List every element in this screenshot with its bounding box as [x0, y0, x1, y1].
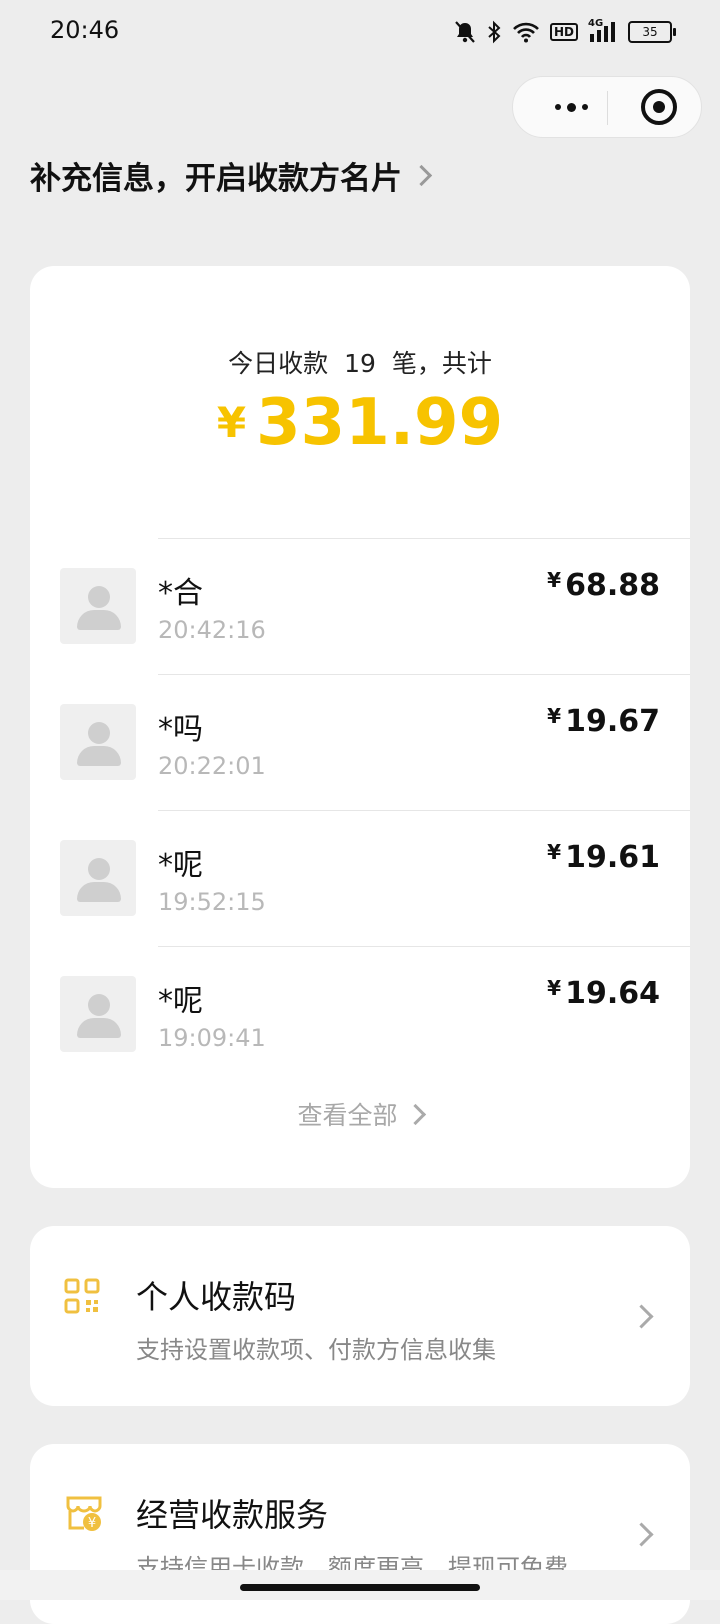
wifi-icon: [512, 21, 540, 43]
payment-amount: ¥19.64: [547, 976, 660, 1011]
chevron-right-icon: [629, 1522, 654, 1547]
avatar-placeholder-icon: [60, 976, 136, 1052]
payer-name: *呢: [158, 848, 203, 883]
bell-muted-icon: [454, 20, 476, 44]
mini-program-capsule: [512, 76, 702, 138]
service-title: 经营收款服务: [136, 1496, 329, 1534]
status-time: 20:46: [50, 16, 120, 44]
payment-time: 19:09:41: [158, 1024, 266, 1052]
payer-name: *吗: [158, 712, 203, 747]
battery-level: 35: [642, 25, 658, 39]
transaction-row[interactable]: *呢 19:09:41 ¥19.64: [30, 946, 690, 1082]
avatar-placeholder-icon: [60, 840, 136, 916]
target-icon[interactable]: [641, 89, 677, 125]
total-value: 331.99: [256, 386, 504, 460]
summary-suffix: 笔，共计: [391, 349, 492, 378]
status-icons: HD 4G 35: [454, 16, 676, 48]
today-collection-card: 今日收款 19 笔，共计 ¥331.99 *合 20:42:16 ¥68.88 …: [30, 266, 690, 1188]
signal-4g-icon: 4G: [588, 18, 618, 44]
battery-icon: 35: [628, 21, 676, 43]
avatar-placeholder-icon: [60, 568, 136, 644]
chevron-right-icon: [404, 1103, 426, 1125]
service-subtitle: 支持设置收款项、付款方信息收集: [136, 1336, 496, 1364]
transaction-row[interactable]: *合 20:42:16 ¥68.88: [30, 538, 690, 674]
payee-card-link-text: 补充信息，开启收款方名片: [30, 160, 402, 197]
summary-prefix: 今日收款: [228, 349, 329, 378]
view-all-label: 查看全部: [297, 1101, 398, 1130]
chevron-right-icon: [410, 164, 433, 186]
capsule-divider: [607, 91, 608, 125]
payment-time: 19:52:15: [158, 888, 266, 916]
qr-code-icon: [64, 1278, 100, 1314]
payment-amount: ¥19.67: [547, 704, 660, 739]
shop-yen-icon: ¥: [64, 1492, 102, 1531]
personal-qr-code-entry[interactable]: 个人收款码 支持设置收款项、付款方信息收集: [30, 1226, 690, 1406]
svg-text:¥: ¥: [88, 1516, 96, 1531]
payment-time: 20:42:16: [158, 616, 266, 644]
service-title: 个人收款码: [136, 1278, 297, 1316]
home-indicator[interactable]: [240, 1584, 480, 1591]
transaction-row[interactable]: *呢 19:52:15 ¥19.61: [30, 810, 690, 946]
payment-amount: ¥19.61: [547, 840, 660, 875]
summary-count: 19: [344, 349, 376, 378]
today-summary: 今日收款 19 笔，共计: [30, 344, 690, 380]
bluetooth-icon: [486, 20, 502, 44]
more-dots-icon[interactable]: [545, 77, 597, 137]
total-amount: ¥331.99: [30, 386, 690, 460]
transaction-row[interactable]: *吗 20:22:01 ¥19.67: [30, 674, 690, 810]
payee-card-link[interactable]: 补充信息，开启收款方名片: [30, 152, 433, 198]
total-currency: ¥: [216, 398, 247, 447]
payer-name: *合: [158, 576, 203, 611]
avatar-placeholder-icon: [60, 704, 136, 780]
payer-name: *呢: [158, 984, 203, 1019]
transaction-list: *合 20:42:16 ¥68.88 *吗 20:22:01 ¥19.67 *呢…: [30, 538, 690, 1082]
view-all-link[interactable]: 查看全部: [30, 1096, 690, 1132]
hd-icon: HD: [549, 23, 578, 41]
payment-amount: ¥68.88: [547, 568, 660, 603]
chevron-right-icon: [629, 1304, 654, 1329]
payment-time: 20:22:01: [158, 752, 266, 780]
